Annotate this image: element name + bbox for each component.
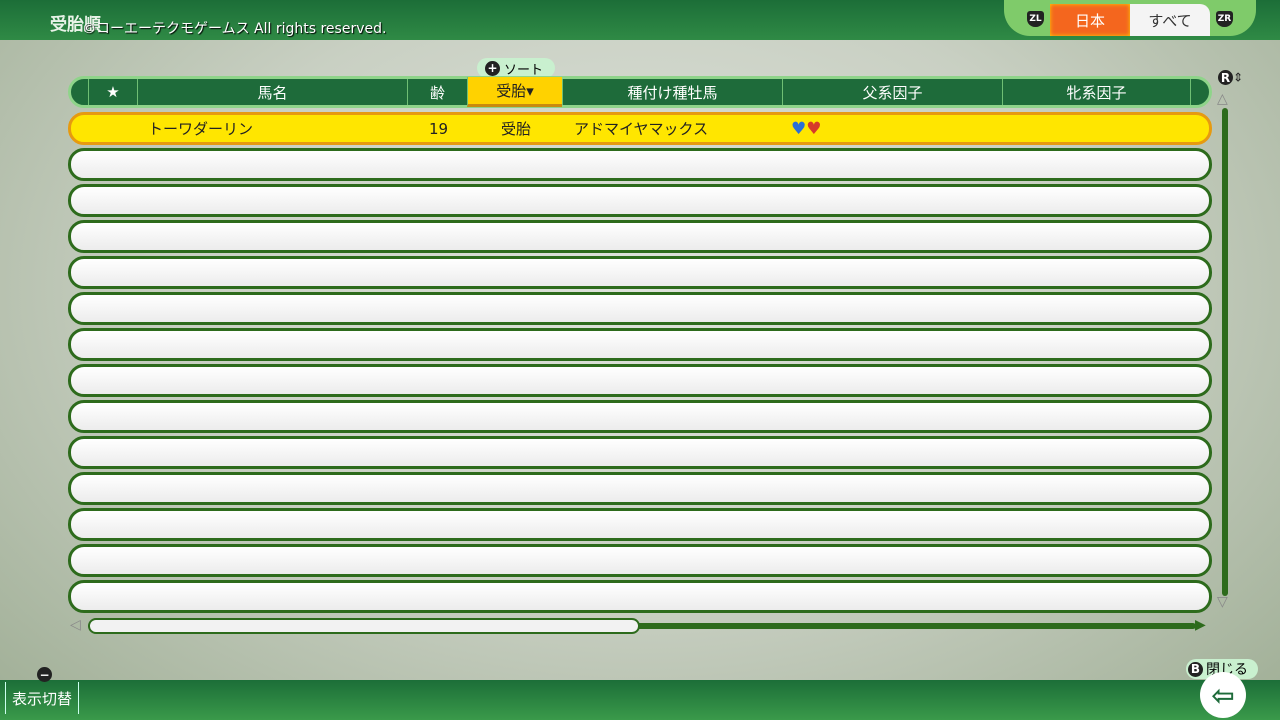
table-row[interactable]: [68, 184, 1212, 217]
sort-button[interactable]: + ソート: [477, 58, 555, 78]
table-row[interactable]: [68, 580, 1212, 613]
table-row[interactable]: [68, 508, 1212, 541]
b-button-icon: B: [1188, 661, 1203, 677]
red-factor-icon: ♥: [806, 118, 822, 139]
table-row[interactable]: [68, 436, 1212, 469]
table-row[interactable]: [68, 364, 1212, 397]
table-row[interactable]: [68, 148, 1212, 181]
display-toggle-button[interactable]: 表示切替: [5, 682, 80, 714]
table-row[interactable]: [68, 472, 1212, 505]
sire-cell: アドマイヤマックス: [574, 120, 709, 138]
scroll-down-arrow-icon[interactable]: ▽: [1217, 594, 1228, 610]
table-row[interactable]: [68, 328, 1212, 361]
exit-icon[interactable]: ⇦: [1200, 672, 1246, 718]
tab-all[interactable]: すべて: [1130, 4, 1210, 36]
sire-factor-cell: ♥ ♥: [791, 115, 822, 142]
pregnancy-cell: 受胎: [501, 120, 532, 138]
col-age[interactable]: 齢: [407, 79, 467, 105]
scroll-left-arrow-icon[interactable]: ◁: [70, 617, 81, 633]
table-row[interactable]: [68, 400, 1212, 433]
zl-button-icon[interactable]: ZL: [1027, 11, 1044, 27]
plus-icon: +: [485, 60, 500, 76]
col-pregnancy[interactable]: 受胎▾: [467, 77, 562, 107]
table-header: ★ 馬名 齢 受胎▾ 種付け種牡馬 父系因子 牝系因子: [68, 76, 1212, 108]
scroll-right-arrow-icon[interactable]: ▶: [1195, 617, 1206, 633]
bottom-bar: [0, 680, 1280, 720]
horizontal-scroll-thumb[interactable]: [88, 618, 640, 634]
zr-button-icon[interactable]: ZR: [1216, 11, 1233, 27]
minus-button-icon: −: [37, 667, 52, 682]
tab-japan[interactable]: 日本: [1050, 4, 1130, 36]
r-stick-icon: R ⇕: [1218, 70, 1243, 85]
scroll-up-arrow-icon[interactable]: △: [1217, 91, 1228, 107]
table-row[interactable]: [68, 256, 1212, 289]
table-row[interactable]: [68, 292, 1212, 325]
col-dam-factor[interactable]: 牝系因子: [1002, 79, 1191, 105]
sort-label: ソート: [504, 62, 544, 78]
table-row[interactable]: トーワダーリン 19 受胎 アドマイヤマックス ♥ ♥: [68, 112, 1212, 145]
table-row[interactable]: [68, 220, 1212, 253]
col-horse-name[interactable]: 馬名: [137, 79, 407, 105]
copyright: ©コーエーテクモゲームス All rights reserved.: [82, 21, 387, 37]
vertical-scrollbar[interactable]: [1222, 108, 1228, 596]
horse-name-cell: トーワダーリン: [148, 120, 254, 138]
col-sire-factor[interactable]: 父系因子: [782, 79, 1002, 105]
col-favorite[interactable]: ★: [88, 79, 137, 105]
age-cell: 19: [429, 119, 449, 138]
table-row[interactable]: [68, 544, 1212, 577]
col-sire[interactable]: 種付け種牡馬: [562, 79, 782, 105]
blue-factor-icon: ♥: [791, 118, 807, 139]
